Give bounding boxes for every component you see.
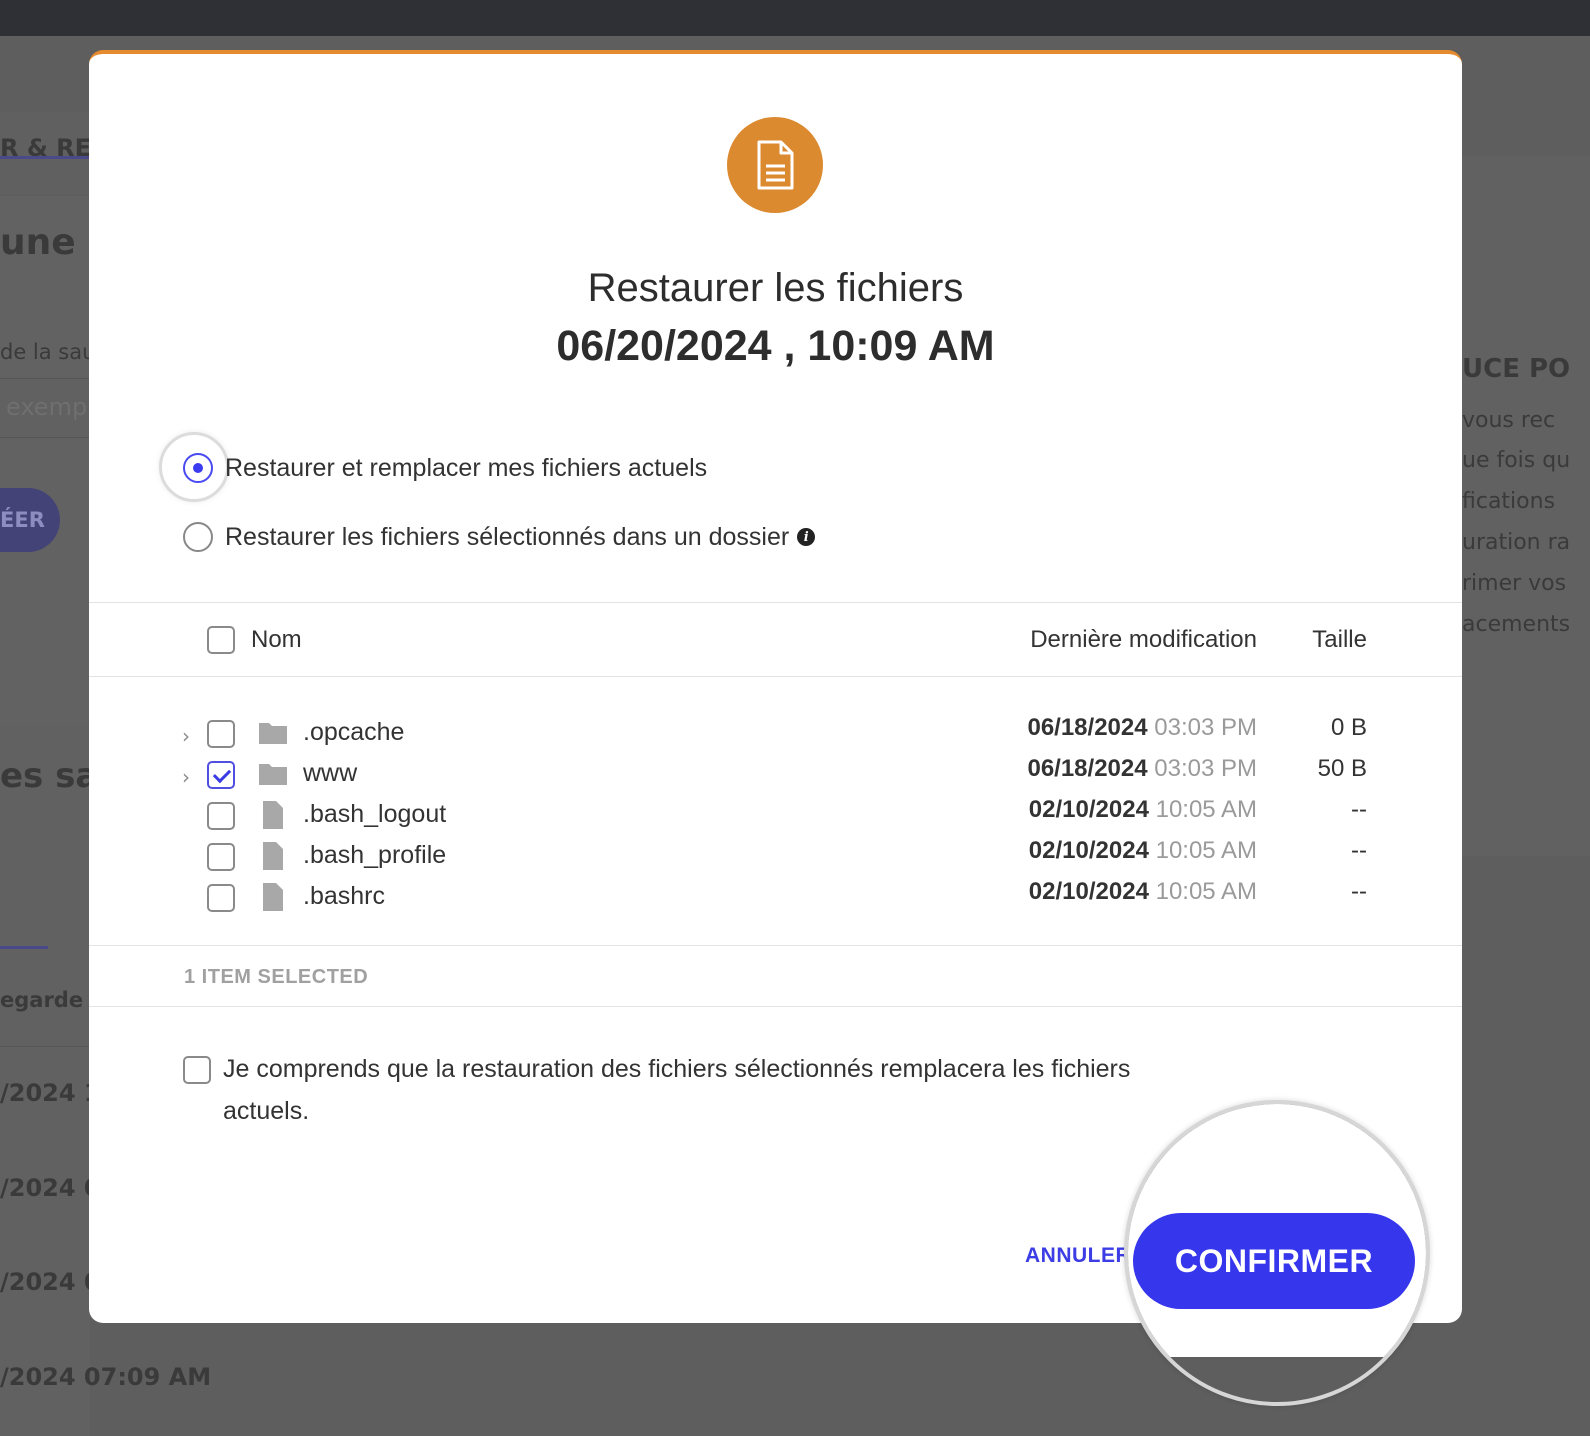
bg-right-heading: UCE PO	[1462, 354, 1571, 384]
document-icon-glyph	[757, 140, 794, 190]
file-date: 02/10/2024	[1028, 878, 1149, 905]
option-restore-to-folder-label: Restaurer les fichiers sélectionnés dans…	[225, 522, 790, 551]
bg-row: /2024 1	[0, 1079, 101, 1107]
top-bar	[0, 0, 1590, 36]
bg-row: /2024 0	[0, 1174, 101, 1202]
file-icon	[263, 801, 283, 829]
modal-title: Restaurer les fichiers	[587, 266, 964, 310]
file-date: 06/18/2024	[1027, 714, 1148, 741]
file-modified: 02/10/2024 10:05 AM	[1029, 837, 1257, 865]
table-row[interactable]: .bashrc 02/10/2024 10:05 AM --	[89, 878, 1462, 922]
divider	[89, 602, 1462, 603]
modal-subtitle: 06/20/2024 , 10:09 AM	[556, 322, 995, 370]
file-time: 10:05 AM	[1155, 837, 1257, 864]
bg-button-label: ÉER	[0, 508, 45, 532]
table-row[interactable]: .bash_logout 02/10/2024 10:05 AM --	[89, 796, 1462, 840]
table-row[interactable]: .bash_profile 02/10/2024 10:05 AM --	[89, 837, 1462, 881]
cancel-button[interactable]: ANNULER	[1025, 1244, 1131, 1268]
row-checkbox[interactable]	[207, 843, 235, 871]
file-icon	[263, 842, 283, 870]
bg-right-line: acements	[1462, 612, 1571, 637]
file-time: 10:05 AM	[1155, 796, 1257, 823]
file-date: 02/10/2024	[1028, 837, 1149, 864]
file-icon	[263, 883, 283, 911]
table-row[interactable]: › .opcache 06/18/2024 03:03 PM 0 B	[89, 714, 1462, 758]
bg-right-line: uration ra	[1462, 530, 1571, 555]
table-row[interactable]: › www 06/18/2024 03:03 PM 50 B	[89, 755, 1462, 799]
bg-row: /2024 0	[0, 1268, 101, 1296]
bg-column-label: egarde	[0, 988, 84, 1012]
chevron-right-icon[interactable]: ›	[182, 724, 200, 748]
row-checkbox[interactable]	[207, 720, 235, 748]
column-header-modified[interactable]: Dernière modification	[1030, 626, 1257, 654]
select-all-checkbox[interactable]	[207, 626, 235, 654]
file-time: 10:05 AM	[1155, 878, 1257, 905]
bg-tab: R & RES	[0, 112, 108, 194]
bg-list-tab-underline	[0, 946, 48, 949]
bg-list-heading: es sa	[0, 756, 99, 796]
option-restore-to-folder[interactable]: Restaurer les fichiers sélectionnés dans…	[183, 522, 816, 552]
bg-right-line: rimer vos	[1462, 571, 1567, 596]
row-checkbox[interactable]	[207, 802, 235, 830]
file-size: --	[1351, 796, 1367, 823]
selected-count: 1 ITEM SELECTED	[184, 966, 369, 988]
radio-restore-to-folder[interactable]	[183, 522, 213, 552]
file-modified: 02/10/2024 10:05 AM	[1029, 878, 1257, 906]
divider	[89, 676, 1462, 677]
file-time: 03:03 PM	[1154, 755, 1257, 782]
divider	[89, 945, 1462, 946]
document-icon	[727, 117, 823, 213]
file-time: 03:03 PM	[1154, 714, 1257, 741]
divider	[89, 1006, 1462, 1007]
consent-checkbox[interactable]	[183, 1056, 211, 1084]
column-header-size[interactable]: Taille	[1312, 626, 1367, 654]
bg-row-separator	[0, 1046, 90, 1047]
row-checkbox[interactable]	[207, 884, 235, 912]
option-replace-current[interactable]: Restaurer et remplacer mes fichiers actu…	[183, 453, 707, 483]
file-modified: 02/10/2024 10:05 AM	[1029, 796, 1257, 824]
file-name: www	[303, 759, 358, 787]
file-date: 06/18/2024	[1027, 755, 1148, 782]
file-name: .opcache	[303, 718, 405, 746]
bg-row: /2024 07:09 AM	[0, 1363, 212, 1391]
column-header-name[interactable]: Nom	[251, 626, 302, 654]
file-size: --	[1351, 837, 1367, 864]
consent-text-line: actuels.	[223, 1097, 310, 1125]
radio-replace-current[interactable]	[183, 453, 213, 483]
info-icon[interactable]: i	[797, 528, 816, 546]
row-checkbox[interactable]	[207, 761, 235, 789]
chevron-right-icon[interactable]: ›	[182, 765, 200, 789]
file-date: 02/10/2024	[1028, 796, 1149, 823]
bg-right-line: vous rec	[1462, 408, 1556, 433]
consent-text-line: Je comprends que la restauration des fic…	[223, 1055, 1131, 1083]
file-size: --	[1351, 878, 1367, 905]
confirm-button[interactable]: CONFIRMER	[1133, 1213, 1415, 1309]
file-size: 50 B	[1317, 755, 1367, 782]
bg-right-line: fications	[1462, 489, 1556, 514]
bg-form-panel	[0, 196, 90, 736]
file-size: 0 B	[1330, 714, 1367, 741]
folder-icon	[259, 723, 287, 744]
file-name: .bash_profile	[303, 841, 447, 869]
file-modified: 06/18/2024 03:03 PM	[1027, 755, 1257, 783]
bg-right-line: ue fois qu	[1462, 448, 1571, 473]
option-replace-current-label: Restaurer et remplacer mes fichiers actu…	[225, 453, 708, 482]
bg-input-placeholder: exemp	[6, 393, 88, 421]
folder-icon	[259, 764, 287, 785]
consent-text: Je comprends que la restauration des fic…	[223, 1048, 1130, 1132]
file-name: .bashrc	[303, 882, 385, 910]
file-modified: 06/18/2024 03:03 PM	[1027, 714, 1257, 742]
bg-input: exemp	[0, 378, 90, 438]
file-name: .bash_logout	[303, 800, 447, 828]
bg-field-label: de la sau	[0, 340, 96, 364]
bg-tab-underline	[0, 156, 90, 159]
